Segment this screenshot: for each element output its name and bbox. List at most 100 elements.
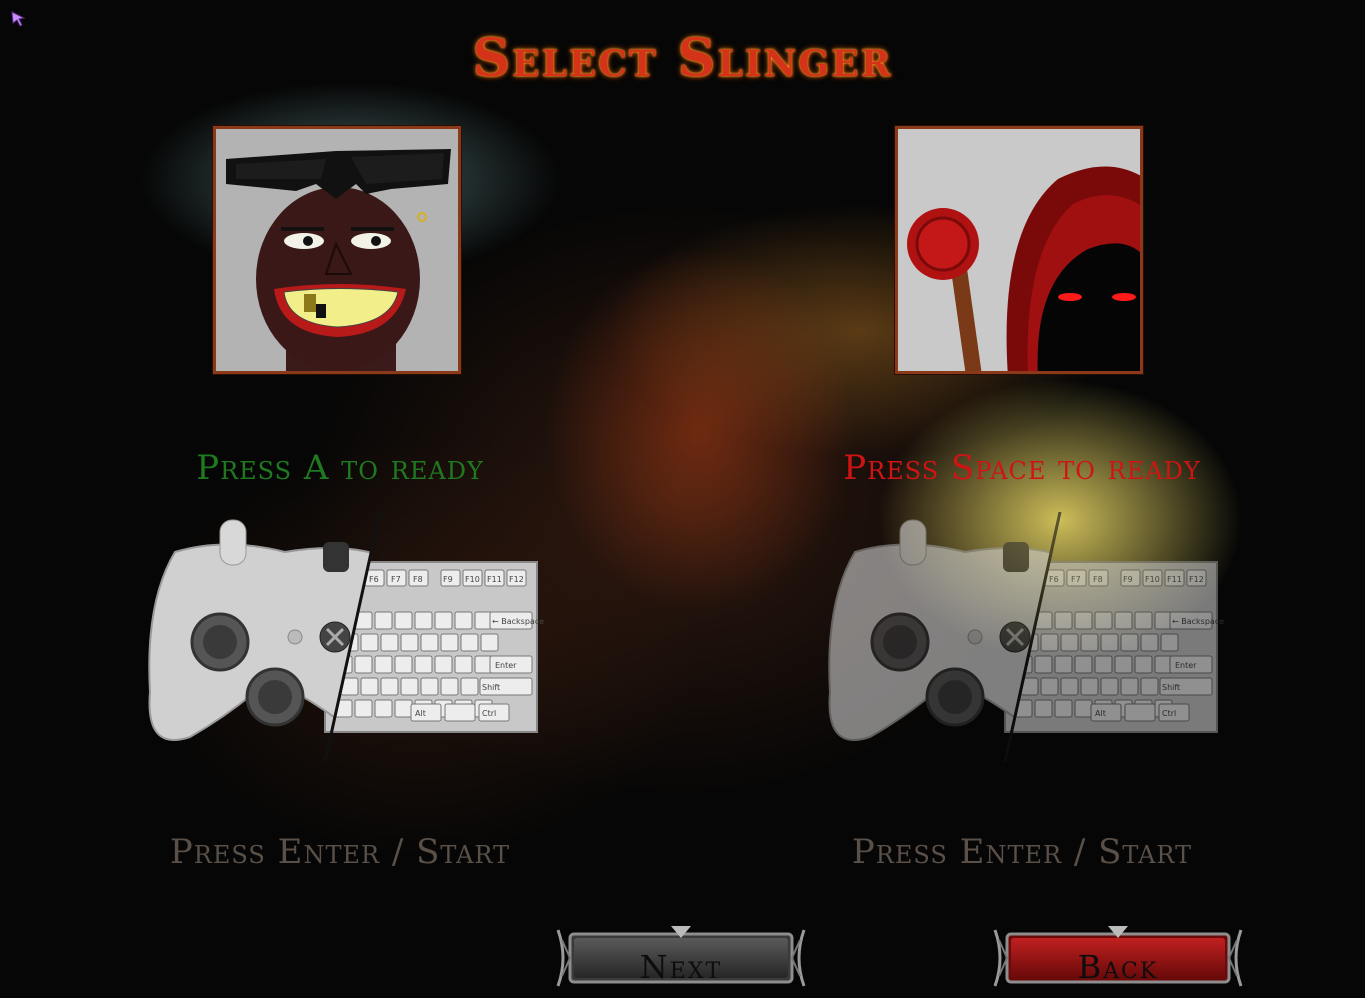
keyboard-key: [454, 655, 473, 674]
right-stick-cap: [258, 680, 292, 714]
left-trigger: [899, 519, 927, 566]
keyboard-key: [1154, 611, 1173, 630]
keyboard-key: [454, 611, 473, 630]
keyboard-key: [1080, 633, 1099, 652]
player2-controls-illustration: F6 F7 F8 F9 F10 F11 F12 ← Backspace Enter Shift Al…: [825, 511, 1225, 763]
keyboard-key: [460, 633, 479, 652]
key-label: ← Backspace: [1172, 617, 1224, 626]
keyboard-key: [360, 677, 379, 696]
keyboard-key: [394, 655, 413, 674]
keyboard-key: [1114, 655, 1133, 674]
player2-portrait[interactable]: [894, 125, 1144, 375]
key-label: F7: [391, 575, 401, 584]
key: [444, 703, 476, 722]
key-label: F10: [465, 575, 480, 584]
hooded-slinger-portrait-icon: [898, 129, 1140, 371]
keyboard-key: [434, 611, 453, 630]
keyboard-key: [1074, 699, 1093, 718]
keyboard-key: [1034, 699, 1053, 718]
player1-ready-prompt: Press A to ready: [196, 448, 484, 488]
left-stick-cap: [883, 625, 917, 659]
keyboard-key: [1140, 633, 1159, 652]
grinning-slinger-portrait-icon: [216, 129, 458, 371]
keyboard-key: [460, 677, 479, 696]
keyboard-key: [1034, 655, 1053, 674]
keyboard-key: [1120, 677, 1139, 696]
keyboard-key: [440, 633, 459, 652]
keyboard-key: [474, 655, 493, 674]
keyboard-key: [380, 633, 399, 652]
keyboard-key: [394, 611, 413, 630]
key-label: F8: [1093, 575, 1103, 584]
keyboard-key: [1060, 677, 1079, 696]
keyboard-key: [1074, 655, 1093, 674]
key-label: F10: [1145, 575, 1160, 584]
keyboard-key: [374, 655, 393, 674]
key-label: F12: [1189, 575, 1204, 584]
keyboard-key: [1140, 677, 1159, 696]
next-button-label: Next: [639, 948, 723, 986]
keyboard-key: [1100, 677, 1119, 696]
keyboard-key: [474, 611, 493, 630]
key-label: ← Backspace: [492, 617, 544, 626]
keyboard-key: [1100, 633, 1119, 652]
back-button-label: Back: [1077, 948, 1159, 986]
key-label: F9: [1123, 575, 1133, 584]
keyboard-key: [374, 699, 393, 718]
right-trigger: [323, 542, 349, 572]
left-trigger: [219, 519, 247, 566]
keyboard-key: [354, 699, 373, 718]
next-button[interactable]: Next: [556, 926, 806, 990]
keyboard-key: [414, 611, 433, 630]
key-label: Shift: [1162, 683, 1180, 692]
key-label: F11: [1167, 575, 1182, 584]
keyboard-key: [400, 633, 419, 652]
keyboard-key: [1160, 633, 1179, 652]
key-label: Enter: [1175, 661, 1197, 670]
back-button[interactable]: Back: [993, 926, 1243, 990]
key-label: Alt: [415, 709, 426, 718]
back-button: [287, 629, 303, 645]
keyboard-key: [434, 655, 453, 674]
key-label: Ctrl: [1162, 709, 1176, 718]
keyboard-key: [1054, 655, 1073, 674]
key-label: F8: [413, 575, 423, 584]
keyboard-key: [1120, 633, 1139, 652]
keyboard-key: [1134, 611, 1153, 630]
keyboard-key: [1054, 611, 1073, 630]
keyboard-key: [1094, 611, 1113, 630]
keyboard-key: [1054, 699, 1073, 718]
keyboard-key: [440, 677, 459, 696]
left-stick-cap: [203, 625, 237, 659]
keyboard-key: [480, 633, 499, 652]
key-label: Shift: [482, 683, 500, 692]
keyboard-key: [1060, 633, 1079, 652]
player1-controls-illustration: F6 F7 F8 F9 F10 F11 F12 ← Backspace Enter Shift Al…: [145, 511, 545, 763]
gamepad-keyboard-icon: F6 F7 F8 F9 F10 F11 F12 ← Backspace Enter Shift Al…: [148, 511, 544, 763]
keyboard-key: [374, 611, 393, 630]
key-label: Ctrl: [482, 709, 496, 718]
player2-start-prompt: Press Enter / Start: [851, 832, 1193, 872]
keyboard-key: [1040, 677, 1059, 696]
player1-portrait[interactable]: [212, 125, 462, 375]
key: [1124, 703, 1156, 722]
key-label: F11: [487, 575, 502, 584]
keyboard-key: [420, 633, 439, 652]
keyboard-key: [1074, 611, 1093, 630]
keyboard-key: [1040, 633, 1059, 652]
screen-title: Select Slinger: [472, 28, 893, 89]
keyboard-key: [1080, 677, 1099, 696]
key-label: F7: [1071, 575, 1081, 584]
right-stick-cap: [938, 680, 972, 714]
player1-start-prompt: Press Enter / Start: [169, 832, 511, 872]
gamepad-keyboard-icon: F6 F7 F8 F9 F10 F11 F12 ← Backspace Enter Shift Al…: [828, 511, 1224, 763]
keyboard-key: [1094, 655, 1113, 674]
right-trigger: [1003, 542, 1029, 572]
key-label: F6: [369, 575, 379, 584]
keyboard-key: [380, 677, 399, 696]
keyboard-key: [420, 677, 439, 696]
cursor-icon: [11, 11, 26, 27]
keyboard-key: [354, 655, 373, 674]
keyboard-key: [1134, 655, 1153, 674]
keyboard-key: [414, 655, 433, 674]
